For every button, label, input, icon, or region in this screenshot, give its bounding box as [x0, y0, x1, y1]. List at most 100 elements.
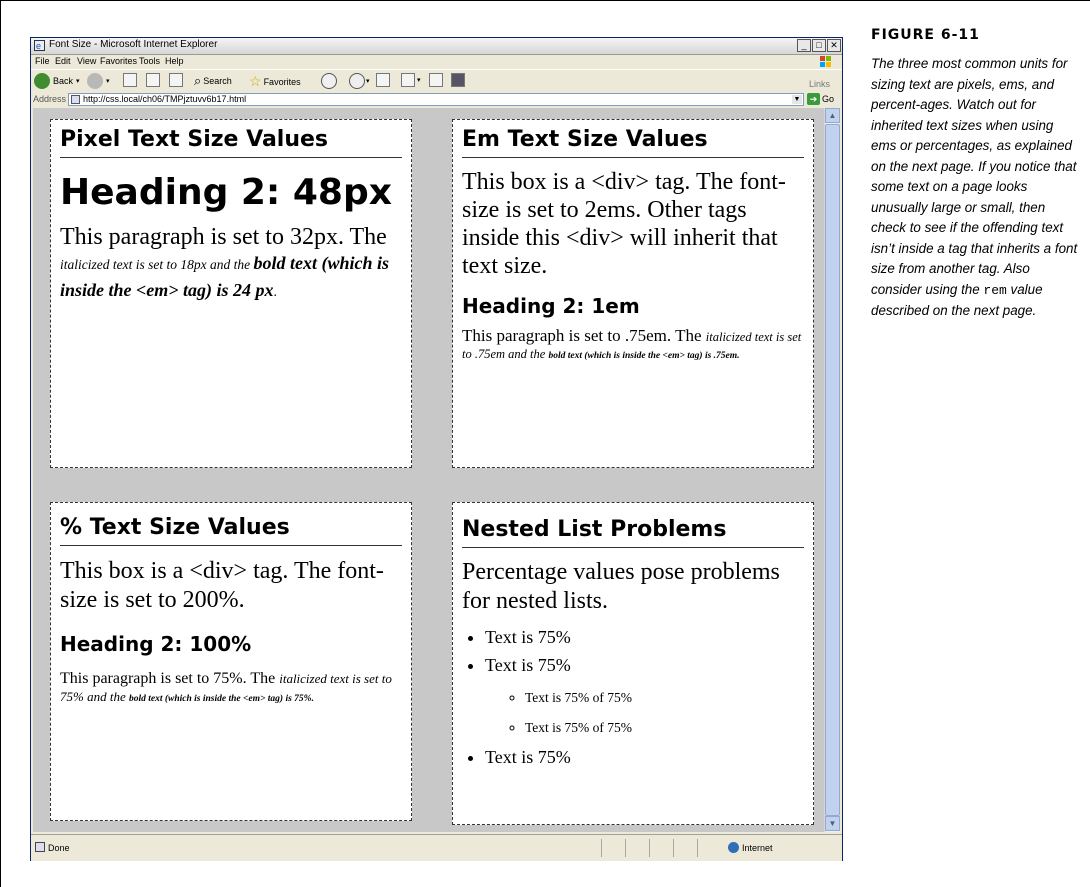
page-icon — [71, 95, 80, 104]
nested-box-intro: Percentage values pose problems for nest… — [462, 559, 780, 614]
address-bar: Address http://css.local/ch06/TMPjztuvv6… — [31, 92, 842, 107]
percent-box-h2: Heading 2: 100% — [60, 632, 252, 656]
em-box-paragraph: This paragraph is set to .75em. The ital… — [462, 326, 804, 364]
em-box-heading: Em Text Size Values — [462, 127, 804, 158]
chevron-down-icon: ▾ — [417, 77, 421, 84]
pixel-box-italic-text: italicized text is set to 18px and the — [60, 257, 254, 272]
go-button[interactable]: ➔ Go — [807, 93, 834, 105]
status-divider — [625, 839, 626, 857]
discuss-button[interactable] — [429, 73, 443, 87]
em-box-intro: This box is a <div> tag. The font-size i… — [462, 169, 786, 279]
maximize-button[interactable]: □ — [812, 39, 826, 52]
forward-arrow-icon — [87, 73, 103, 89]
pixel-box-period: . — [273, 284, 277, 299]
status-divider — [673, 839, 674, 857]
messenger-icon — [451, 73, 465, 87]
address-input[interactable]: http://css.local/ch06/TMPjztuvv6b17.html… — [68, 93, 804, 106]
search-button[interactable]: ⌕ Search — [194, 73, 232, 89]
stop-button[interactable] — [123, 73, 137, 87]
browser-window: e Font Size - Microsoft Internet Explore… — [30, 37, 843, 861]
search-label: Search — [203, 76, 232, 86]
back-label: Back — [53, 76, 74, 86]
nested-list: Text is 75% Text is 75% Text is 75% of 7… — [453, 626, 813, 768]
pixel-box: Pixel Text Size Values Heading 2: 48px T… — [50, 119, 412, 468]
figure-title: FIGURE 6-11 — [871, 27, 980, 43]
menu-tools[interactable]: Tools — [139, 56, 160, 66]
list-item-text: Text is 75% — [485, 747, 571, 767]
percent-box-period: . — [311, 694, 314, 704]
home-button[interactable] — [169, 73, 183, 87]
caption-code: rem — [983, 282, 1007, 298]
list-item-text: Text is 75% — [485, 655, 571, 675]
close-button[interactable]: ✕ — [827, 39, 841, 52]
menu-file[interactable]: File — [35, 56, 50, 66]
figure-frame-top — [0, 0, 1090, 1]
page-viewport[interactable]: Pixel Text Size Values Heading 2: 48px T… — [33, 108, 824, 832]
chevron-down-icon: ▾ — [76, 78, 80, 85]
edit-button[interactable]: ▾ — [401, 73, 421, 87]
menu-help[interactable]: Help — [165, 56, 184, 66]
sublist-item: Text is 75% of 75% — [525, 690, 813, 706]
sublist-item: Text is 75% of 75% — [525, 720, 813, 736]
go-label: Go — [822, 94, 835, 104]
em-box-bold-text: bold text (which is inside the <em> tag)… — [548, 351, 738, 361]
percent-box-intro: This box is a <div> tag. The font-size i… — [60, 558, 384, 613]
forward-button[interactable]: ▾ — [87, 73, 110, 89]
pixel-box-paragraph: This paragraph is set to 32px. The itali… — [60, 225, 402, 304]
links-label[interactable]: Links — [809, 79, 830, 89]
percent-box-bold-text: bold text (which is inside the <em> tag)… — [128, 694, 312, 704]
menu-view[interactable]: View — [77, 56, 96, 66]
search-icon: ⌕ — [194, 73, 202, 88]
nested-sublist: Text is 75% of 75% Text is 75% of 75% — [485, 690, 813, 736]
menu-bar: File Edit View Favorites Tools Help — [31, 55, 842, 68]
favorites-button[interactable]: ☆ Favorites — [249, 73, 301, 90]
em-box-paragraph-text: This paragraph is set to .75em. The — [462, 326, 706, 345]
sublist-item-text: Text is 75% of 75% — [525, 720, 633, 735]
page-done-icon — [35, 842, 45, 852]
favorites-label: Favorites — [263, 76, 301, 87]
star-icon: ☆ — [249, 73, 262, 89]
refresh-icon — [146, 73, 160, 87]
address-label: Address — [33, 94, 67, 104]
chevron-down-icon[interactable]: ▼ — [792, 95, 802, 104]
minimize-button[interactable]: _ — [797, 39, 811, 52]
ie-page-icon: e — [34, 40, 45, 51]
chevron-down-icon: ▾ — [366, 78, 370, 85]
em-box: Em Text Size Values This box is a <div> … — [452, 119, 814, 468]
mail-icon — [349, 73, 365, 89]
address-url: http://css.local/ch06/TMPjztuvv6b17.html — [83, 94, 247, 104]
scroll-down-icon[interactable]: ▼ — [825, 816, 840, 831]
em-box-h2: Heading 2: 1em — [462, 294, 640, 318]
figure-caption: The three most common units for sizing t… — [871, 54, 1081, 322]
title-bar[interactable]: e Font Size - Microsoft Internet Explore… — [31, 38, 842, 55]
em-box-period: . — [737, 351, 740, 361]
windows-logo-icon — [820, 56, 831, 67]
history-icon — [321, 73, 337, 89]
percent-box-heading: % Text Size Values — [60, 515, 402, 546]
list-item: Text is 75% Text is 75% of 75% Text is 7… — [485, 654, 813, 736]
list-item: Text is 75% — [485, 626, 813, 648]
history-button[interactable] — [321, 73, 337, 89]
globe-icon — [728, 842, 739, 853]
list-item: Text is 75% — [485, 746, 813, 768]
refresh-button[interactable] — [146, 73, 160, 87]
scroll-thumb[interactable] — [825, 124, 840, 816]
status-divider — [697, 839, 698, 857]
status-text: Done — [48, 843, 70, 853]
discuss-icon — [429, 73, 443, 87]
home-icon — [169, 73, 183, 87]
status-bar: Done Internet — [31, 834, 842, 861]
menu-favorites[interactable]: Favorites — [100, 56, 137, 66]
percent-box-paragraph-text: This paragraph is set to 75%. The — [60, 670, 280, 687]
menu-edit[interactable]: Edit — [55, 56, 71, 66]
print-button[interactable] — [376, 73, 390, 87]
status-divider — [649, 839, 650, 857]
vertical-scrollbar[interactable]: ▲ ▼ — [824, 108, 840, 832]
pixel-box-h2: Heading 2: 48px — [60, 172, 392, 213]
nested-box-heading: Nested List Problems — [462, 517, 804, 548]
messenger-button[interactable] — [451, 73, 465, 87]
scroll-up-icon[interactable]: ▲ — [825, 108, 840, 123]
back-button[interactable]: Back ▾ — [34, 73, 80, 89]
edit-icon — [401, 73, 415, 87]
mail-button[interactable]: ▾ — [349, 73, 370, 89]
